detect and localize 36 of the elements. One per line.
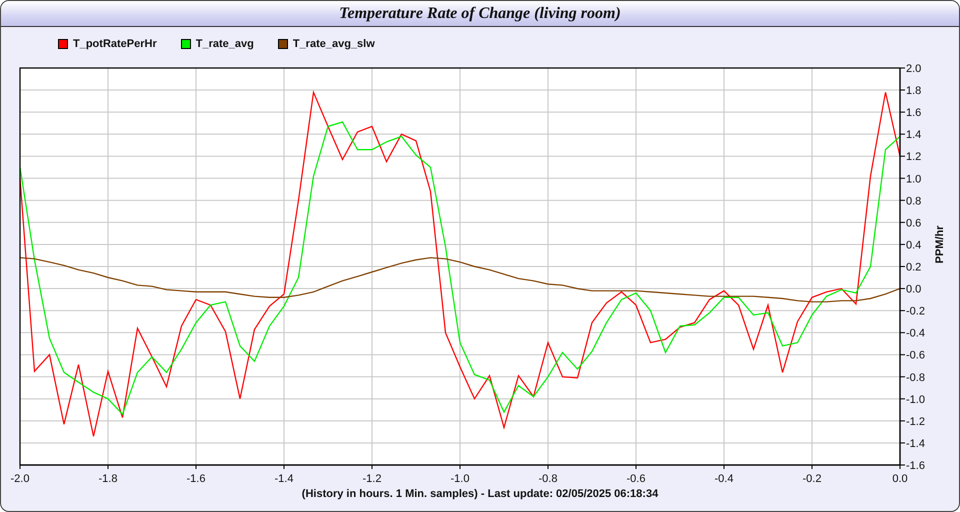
y-tick-label: 1.0 bbox=[906, 173, 922, 186]
x-axis-title: (History in hours. 1 Min. samples) - Last update: 02/05/2025 06:18:34 bbox=[302, 488, 658, 500]
x-tick-label: -0.6 bbox=[626, 473, 646, 485]
x-tick-label: -1.0 bbox=[450, 473, 470, 485]
y-axis-title: PPM/hr bbox=[934, 226, 946, 264]
y-tick-label: 2.0 bbox=[906, 63, 922, 75]
x-tick-label: -0.8 bbox=[538, 473, 558, 485]
y-tick-label: -1.4 bbox=[906, 438, 925, 450]
x-tick-label: -1.4 bbox=[274, 473, 294, 485]
y-tick-label: 0.6 bbox=[906, 217, 922, 230]
legend-label: T_rate_avg_slw bbox=[292, 38, 375, 50]
x-tick-label: -1.6 bbox=[186, 473, 206, 485]
window-title: Temperature Rate of Change (living room) bbox=[339, 4, 621, 22]
y-tick-label: -0.6 bbox=[906, 350, 925, 362]
y-tick-label: -1.6 bbox=[906, 460, 925, 472]
y-tick-label: 1.4 bbox=[906, 129, 922, 142]
y-tick-label: 0.2 bbox=[906, 262, 922, 274]
y-tick-label: 0.4 bbox=[906, 239, 922, 252]
y-tick-label: 0.8 bbox=[906, 195, 922, 208]
y-tick-label: 1.2 bbox=[906, 151, 922, 164]
x-tick-label: -0.2 bbox=[802, 473, 822, 485]
legend-label: T_potRatePerHr bbox=[73, 38, 157, 50]
x-tick-label: 0.0 bbox=[892, 473, 908, 485]
y-tick-label: -1.2 bbox=[906, 416, 925, 428]
y-tick-label: -0.2 bbox=[906, 306, 925, 318]
y-tick-label: 0.0 bbox=[906, 284, 922, 296]
x-tick-label: -1.2 bbox=[362, 473, 382, 485]
legend-label: T_rate_avg bbox=[196, 38, 254, 50]
x-tick-label: -0.4 bbox=[714, 473, 734, 485]
x-tick-label: -2.0 bbox=[10, 473, 30, 485]
x-tick-label: -1.8 bbox=[98, 473, 118, 485]
y-tick-label: 1.8 bbox=[906, 85, 922, 98]
y-tick-label: -1.0 bbox=[906, 394, 925, 406]
y-tick-label: -0.8 bbox=[906, 372, 925, 384]
y-tick-label: 1.6 bbox=[906, 107, 922, 120]
y-tick-label: -0.4 bbox=[906, 328, 925, 340]
